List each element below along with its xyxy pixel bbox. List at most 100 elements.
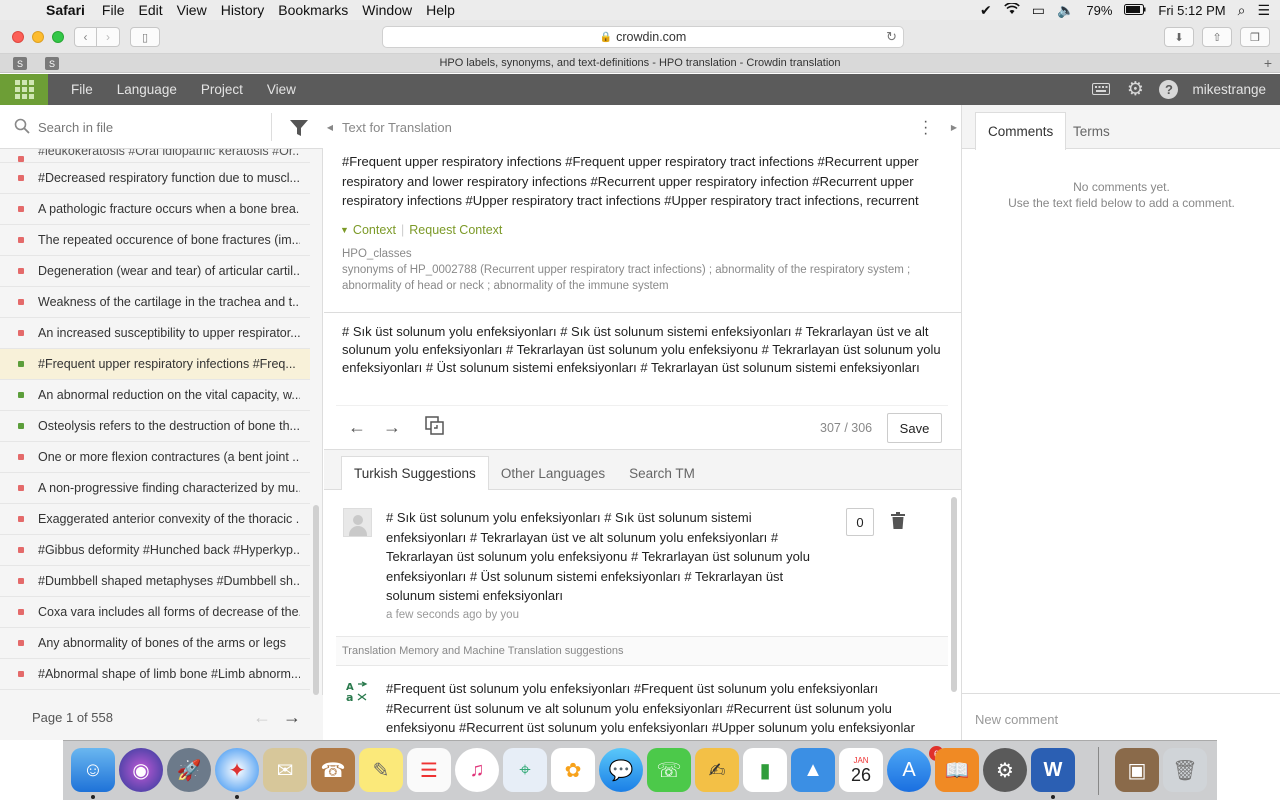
menu-view[interactable]: View bbox=[177, 2, 207, 18]
keynote-icon[interactable]: ▲ bbox=[791, 748, 835, 792]
editor-menu-file[interactable]: File bbox=[71, 82, 93, 97]
save-button[interactable]: Save bbox=[887, 413, 942, 443]
file-search[interactable]: Search in file bbox=[0, 105, 323, 149]
prev-page-arrow-icon[interactable]: ← bbox=[253, 707, 271, 728]
suggestion-text[interactable]: # Sık üst solunum yolu enfeksiyonları # … bbox=[386, 508, 826, 606]
strings-scrollbar[interactable] bbox=[313, 505, 319, 695]
back-button[interactable]: ‹ bbox=[74, 27, 97, 47]
tab-comments[interactable]: Comments bbox=[975, 112, 1067, 150]
calendar-icon[interactable]: JAN 26 bbox=[839, 748, 883, 792]
next-page-arrow-icon[interactable]: → bbox=[283, 707, 301, 728]
list-item[interactable]: #Decreased respiratory function due to m… bbox=[0, 163, 310, 194]
contacts-icon[interactable]: ☎ bbox=[311, 748, 355, 792]
battery-icon[interactable] bbox=[1124, 2, 1146, 18]
username[interactable]: mikestrange bbox=[1192, 82, 1266, 97]
tab-terms[interactable]: Terms bbox=[1061, 112, 1122, 150]
word-icon[interactable]: W bbox=[1031, 748, 1075, 792]
pages-icon[interactable]: ✍ bbox=[695, 748, 739, 792]
menu-app-name[interactable]: Safari bbox=[46, 2, 85, 18]
active-tab-title[interactable]: HPO labels, synonyms, and text-definitio… bbox=[0, 57, 1280, 69]
close-window-button[interactable] bbox=[12, 31, 24, 43]
list-item[interactable]: Coxa vara includes all forms of decrease… bbox=[0, 597, 310, 628]
tab-search-tm[interactable]: Search TM bbox=[617, 456, 707, 490]
list-item[interactable]: A non-progressive finding characterized … bbox=[0, 473, 310, 504]
spotlight-search-icon[interactable]: ⌕ bbox=[1238, 2, 1246, 19]
copy-source-icon[interactable] bbox=[425, 416, 445, 441]
system-preferences-icon[interactable]: ⚙ bbox=[983, 748, 1027, 792]
wifi-icon[interactable] bbox=[1003, 2, 1020, 18]
list-item[interactable]: #Dumbbell shaped metaphyses #Dumbbell sh… bbox=[0, 566, 310, 597]
collapse-left-arrow-icon[interactable]: ◀ bbox=[324, 105, 336, 149]
request-context-link[interactable]: Request Context bbox=[409, 223, 502, 237]
translation-input[interactable]: # Sık üst solunum yolu enfeksiyonları # … bbox=[342, 323, 942, 377]
context-toggle[interactable]: Context bbox=[353, 223, 396, 237]
airplay-icon[interactable]: ▭ bbox=[1032, 2, 1045, 19]
siri-icon[interactable]: ◉ bbox=[119, 748, 163, 792]
minimize-window-button[interactable] bbox=[32, 31, 44, 43]
list-item[interactable]: Any abnormality of bones of the arms or … bbox=[0, 628, 310, 659]
trash-icon[interactable] bbox=[891, 512, 905, 530]
mail-stamp-icon[interactable]: ✉ bbox=[263, 748, 307, 792]
address-bar[interactable]: 🔒 crowdin.com ↻ bbox=[382, 26, 904, 48]
apps-grid-icon[interactable] bbox=[0, 74, 48, 105]
messages-icon[interactable]: 💬 bbox=[599, 748, 643, 792]
volume-icon[interactable]: 🔈 bbox=[1057, 2, 1074, 19]
reminders-icon[interactable]: ☰ bbox=[407, 748, 451, 792]
list-item[interactable]: An abnormal reduction on the vital capac… bbox=[0, 380, 310, 411]
list-item[interactable]: #leukokeratosis #Oral idiopathic keratos… bbox=[0, 149, 310, 163]
editor-menu-language[interactable]: Language bbox=[117, 82, 177, 97]
menu-file[interactable]: File bbox=[102, 2, 125, 18]
launchpad-icon[interactable]: 🚀 bbox=[167, 748, 211, 792]
tabs-overview-icon[interactable]: ❐ bbox=[1240, 27, 1270, 47]
menu-window[interactable]: Window bbox=[362, 2, 412, 18]
reload-icon[interactable]: ↻ bbox=[886, 29, 897, 45]
notification-center-icon[interactable]: ☰ bbox=[1257, 2, 1270, 19]
suggestions-scrollbar[interactable] bbox=[951, 497, 957, 692]
list-item[interactable]: Exaggerated anterior convexity of the th… bbox=[0, 504, 310, 535]
tab-other-languages[interactable]: Other Languages bbox=[489, 456, 617, 490]
maps-icon[interactable]: ⌖ bbox=[503, 748, 547, 792]
next-string-arrow-icon[interactable]: → bbox=[383, 417, 401, 438]
zoom-window-button[interactable] bbox=[52, 31, 64, 43]
list-item[interactable]: #Gibbus deformity #Hunched back #Hyperky… bbox=[0, 535, 310, 566]
app-store-icon[interactable]: A bbox=[887, 748, 931, 792]
list-item[interactable]: Weakness of the cartilage in the trachea… bbox=[0, 287, 310, 318]
editor-menu-project[interactable]: Project bbox=[201, 82, 243, 97]
safari-compass-icon[interactable]: ✦ bbox=[215, 748, 259, 792]
new-comment-field[interactable]: New comment bbox=[962, 693, 1280, 740]
downloads-stack-icon[interactable]: ▣ bbox=[1115, 748, 1159, 792]
list-item[interactable]: Osteolysis refers to the destruction of … bbox=[0, 411, 310, 442]
downloads-icon[interactable]: ⬇ bbox=[1164, 27, 1194, 47]
checkmark-circle-icon[interactable]: ✔ bbox=[980, 2, 992, 19]
previous-string-arrow-icon[interactable]: ← bbox=[348, 417, 366, 438]
new-tab-icon[interactable]: + bbox=[1264, 55, 1272, 71]
tab-turkish-suggestions[interactable]: Turkish Suggestions bbox=[341, 456, 489, 490]
ibooks-icon[interactable]: 📖 bbox=[935, 748, 979, 792]
list-item[interactable]: One or more flexion contractures (a bent… bbox=[0, 442, 310, 473]
list-item[interactable]: A pathologic fracture occurs when a bone… bbox=[0, 194, 310, 225]
list-item[interactable]: The repeated occurence of bone fractures… bbox=[0, 225, 310, 256]
menu-edit[interactable]: Edit bbox=[138, 2, 162, 18]
list-item[interactable]: #Abnormal shape of limb bone #Limb abnor… bbox=[0, 659, 310, 690]
more-options-icon[interactable]: · · · bbox=[923, 114, 928, 142]
mt-suggestion-text[interactable]: #Frequent üst solunum yolu enfeksiyonlar… bbox=[386, 679, 936, 738]
editor-menu-view[interactable]: View bbox=[267, 82, 296, 97]
filter-icon[interactable] bbox=[289, 119, 309, 137]
finder-icon[interactable]: ☺ bbox=[71, 748, 115, 792]
facetime-icon[interactable]: ☏ bbox=[647, 748, 691, 792]
share-icon[interactable]: ⇧ bbox=[1202, 27, 1232, 47]
collapse-right-arrow-icon[interactable]: ▶ bbox=[948, 105, 960, 149]
menu-help[interactable]: Help bbox=[426, 2, 455, 18]
vote-count[interactable]: 0 bbox=[846, 508, 874, 536]
list-item[interactable]: #Frequent upper respiratory infections #… bbox=[0, 349, 310, 380]
list-item[interactable]: Degeneration (wear and tear) of articula… bbox=[0, 256, 310, 287]
menu-bookmarks[interactable]: Bookmarks bbox=[278, 2, 348, 18]
menu-history[interactable]: History bbox=[221, 2, 265, 18]
list-item[interactable]: An increased susceptibility to upper res… bbox=[0, 318, 310, 349]
forward-button[interactable]: › bbox=[97, 27, 120, 47]
menubar-clock[interactable]: Fri 5:12 PM bbox=[1158, 3, 1225, 18]
notes-icon[interactable]: ✎ bbox=[359, 748, 403, 792]
search-input[interactable]: Search in file bbox=[38, 120, 113, 135]
gear-icon[interactable]: ⚙ bbox=[1125, 79, 1145, 100]
music-icon[interactable]: ♫ bbox=[455, 748, 499, 792]
